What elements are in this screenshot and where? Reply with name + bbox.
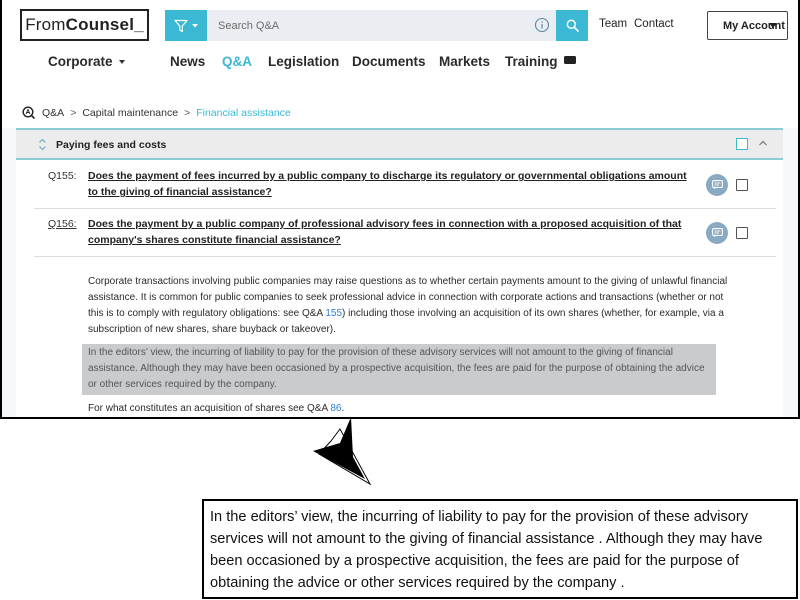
qa-search-icon bbox=[22, 106, 35, 119]
practice-area-dropdown[interactable]: Corporate bbox=[48, 54, 125, 69]
section-header[interactable]: Paying fees and costs bbox=[16, 128, 783, 160]
expand-collapse-icon[interactable] bbox=[38, 137, 47, 152]
qa-86-link[interactable]: 86 bbox=[330, 403, 341, 414]
nav-legislation[interactable]: Legislation bbox=[268, 54, 339, 69]
search-input[interactable] bbox=[207, 10, 556, 41]
answer-paragraph: For what constitutes an acquisition of s… bbox=[88, 401, 728, 417]
logo-suffix: _ bbox=[134, 15, 144, 34]
question-row: Q155: Does the payment of fees incurred … bbox=[16, 164, 783, 209]
nav-markets[interactable]: Markets bbox=[439, 54, 490, 69]
note-button[interactable] bbox=[706, 174, 728, 196]
logo-light: From bbox=[25, 15, 66, 34]
fromcounsel-logo[interactable]: From Counsel _ bbox=[20, 9, 149, 41]
contact-link[interactable]: Contact bbox=[634, 18, 674, 30]
section-title: Paying fees and costs bbox=[56, 139, 167, 151]
caret-down-icon bbox=[769, 23, 777, 28]
search-button[interactable] bbox=[556, 10, 588, 41]
highlighted-paragraph: In the editors’ view, the incurring of l… bbox=[82, 344, 716, 395]
caret-down-icon bbox=[118, 60, 125, 65]
qa-155-link[interactable]: 155 bbox=[325, 308, 342, 319]
nav-documents[interactable]: Documents bbox=[352, 54, 426, 69]
answer-paragraph: Corporate transactions involving public … bbox=[88, 274, 728, 338]
qa-section-panel: Paying fees and costs Q155: Does the pay… bbox=[16, 128, 783, 417]
practice-area-label: Corporate bbox=[48, 54, 113, 69]
question-link[interactable]: Does the payment of fees incurred by a p… bbox=[88, 168, 698, 200]
logo-bold: Counsel bbox=[65, 15, 135, 34]
filter-button[interactable] bbox=[165, 10, 207, 41]
nav-training-label: Training bbox=[505, 54, 558, 69]
breadcrumb: Q&A > Capital maintenance > Financial as… bbox=[22, 106, 291, 119]
search-icon bbox=[566, 19, 579, 32]
search-bar bbox=[165, 10, 588, 41]
chevron-up-icon[interactable] bbox=[758, 139, 768, 147]
team-link[interactable]: Team bbox=[599, 18, 627, 30]
answer-text: For what constitutes an acquisition of s… bbox=[88, 403, 331, 414]
callout-box: In the editors’ view, the incurring of l… bbox=[202, 499, 798, 599]
select-all-checkbox[interactable] bbox=[736, 138, 748, 150]
filter-icon bbox=[174, 19, 188, 32]
chevron-down-icon bbox=[192, 23, 198, 27]
comment-icon bbox=[711, 180, 723, 190]
row-divider bbox=[34, 256, 776, 257]
answer-body: Corporate transactions involving public … bbox=[82, 274, 728, 417]
breadcrumb-qa[interactable]: Q&A bbox=[42, 107, 64, 119]
info-icon[interactable] bbox=[534, 17, 550, 33]
comment-icon bbox=[711, 228, 723, 238]
annotation-arrow-icon bbox=[313, 417, 372, 486]
breadcrumb-separator: > bbox=[70, 106, 77, 119]
new-badge-icon bbox=[563, 56, 576, 65]
note-button[interactable] bbox=[706, 222, 728, 244]
question-checkbox[interactable] bbox=[736, 227, 748, 239]
breadcrumb-separator: > bbox=[184, 106, 191, 119]
question-checkbox[interactable] bbox=[736, 179, 748, 191]
callout-text: In the editors’ view, the incurring of l… bbox=[210, 509, 763, 591]
question-link[interactable]: Does the payment by a public company of … bbox=[88, 216, 698, 248]
answer-text: . bbox=[341, 403, 345, 414]
nav-qa[interactable]: Q&A bbox=[222, 54, 252, 69]
nav-news[interactable]: News bbox=[170, 54, 205, 69]
my-account-button[interactable]: My Account bbox=[707, 11, 788, 40]
breadcrumb-financial-assistance[interactable]: Financial assistance bbox=[196, 107, 291, 119]
question-row: Q156: Does the payment by a public compa… bbox=[16, 209, 783, 257]
nav-training[interactable]: Training bbox=[505, 54, 576, 69]
question-number[interactable]: Q156: bbox=[48, 218, 77, 230]
question-number: Q155: bbox=[48, 170, 77, 182]
app-window: FromCounsel_ Team Contact My Account bbox=[0, 0, 800, 419]
breadcrumb-capital-maintenance[interactable]: Capital maintenance bbox=[82, 107, 178, 119]
